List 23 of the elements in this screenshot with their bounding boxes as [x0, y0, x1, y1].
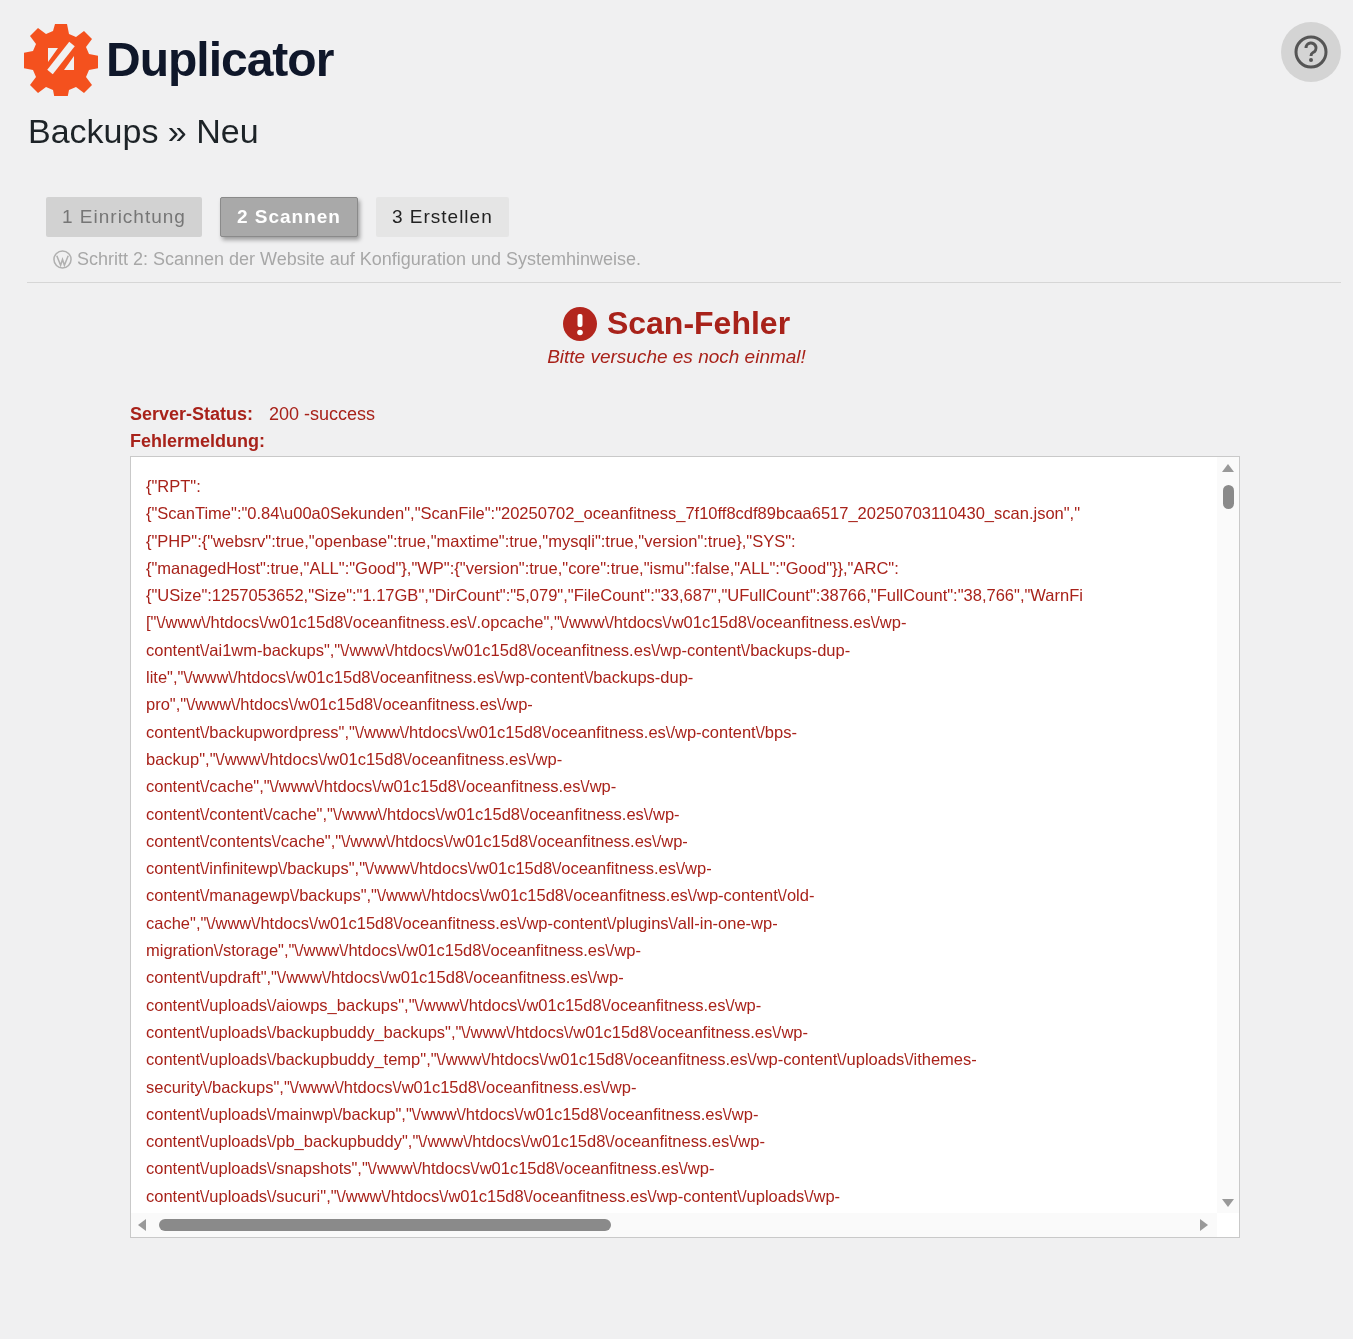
- right-arrow-icon[interactable]: [1200, 1219, 1208, 1231]
- step-tab[interactable]: 3 Erstellen: [375, 197, 509, 237]
- wordpress-icon: [53, 250, 72, 269]
- scroll-thumb[interactable]: [159, 1219, 611, 1231]
- error-subtitle: Bitte versuche es noch einmal!: [547, 346, 806, 368]
- error-message-field[interactable]: {"RPT": {"ScanTime":"0.84\u00a0Sekunden","ScanFile":"20250702_oceanfitness_7f10ff8cdf89bcaa6517_20250703110430_scan.json"," {"PHP":{"websrv":true,"openbase":true,"maxtime":true,"mysqli":true,"version":true},"SYS": {"managedHost":true,"ALL":"Good"},"WP":{"version":true,"core":true,"ismu":false,"ALL":"Good"}},"ARC": {"USize":1257053652,"Size":"1.17GB","DirCount":"5,079","FileCount":"33,687","UFullCount":38766,"FullCount":"38,766","WarnFi ["\/www\/htdocs\/w01c15d8\/oceanfitness.es\/.opcache","\/www\/htdocs\/w01c15d8\/oceanfitness.es\/wp- content\/ai1wm-backups","\/www\/htdocs\/w01c15d8\/oceanfitness.es\/wp-content\/backups-dup- lite","\/www\/htdocs\/w01c15d8\/oceanfitness.es\/wp-content\/backups-dup- pro","\/www\/htdocs\/w01c15d8\/oceanfitness.es\/wp- content\/backupwordpress","\/www\/htdocs\/w01c15d8\/oceanfitness.es\/wp-content\/bps- backup","\/www\/htdocs\/w01c15d8\/oceanfitness.es\/wp- content\/cache","\/www\/htdocs\/w01c15d8\/oceanfitness.es\/wp- content\/content\/cache","\/www\/htdocs\/w01c15d8\/oceanfitness.es\/wp- content\/contents\/cache","\/www\/htdocs\/w01c15d8\/oceanfitness.es\/wp- content\/infinitewp\/backups","\/www\/htdocs\/w01c15d8\/oceanfitness.es\/wp- content\/managewp\/backups","\/www\/htdocs\/w01c15d8\/oceanfitness.es\/wp-content\/old- cache","\/www\/htdocs\/w01c15d8\/oceanfitness.es\/wp-content\/plugins\/all-in-one-wp- migration\/storage","\/www\/htdocs\/w01c15d8\/oceanfitness.es\/wp- content\/updraft","\/www\/htdocs\/w01c15d8\/oceanfitness.es\/wp- content\/uploads\/aiowps_backups","\/www\/htdocs\/w01c15d8\/oceanfitness.es\/wp- content\/uploads\/backupbuddy_backups","\/www\/htdocs\/w01c15d8\/oceanfitness.es\/wp- content\/uploads\/backupbuddy_temp","\/www\/htdocs\/w01c15d8\/oceanfitness.es\/wp-content\/uploads\/ithemes- security\/backups","\/www\/htdocs\/w01c15d8\/oceanfitness.es\/wp- content\/uploads\/mainwp\/backup","\/www\/htdocs\/w01c15d8\/oceanfitness.es\/wp- content\/uploads\/pb_backupbuddy","\/www\/htdocs\/w01c15d8\/oceanfitness.es\/wp- content\/uploads\/snapshots","\/www\/htdocs\/w01c15d8\/oceanfitness.es\/wp- content\/uploads\/sucuri","\/www\/htdocs\/w01c15d8\/oceanfitness.es\/wp-content\/uploads\/wp-: [130, 456, 1240, 1238]
- help-button[interactable]: [1281, 22, 1341, 82]
- logo-text: Duplicator: [106, 31, 334, 87]
- horizontal-scrollbar[interactable]: [131, 1213, 1217, 1237]
- error-icon: [562, 306, 597, 341]
- scroll-thumb[interactable]: [1223, 485, 1234, 509]
- left-arrow-icon[interactable]: [138, 1219, 146, 1231]
- help-icon: [1293, 34, 1329, 70]
- gear-logo-icon: [24, 22, 98, 96]
- up-arrow-icon[interactable]: [1222, 464, 1234, 472]
- page-title: Backups » Neu: [28, 112, 260, 151]
- error-message-label: Fehlermeldung:: [130, 431, 266, 452]
- server-status-label: Server-Status:: [130, 404, 254, 425]
- vertical-scrollbar[interactable]: [1217, 457, 1239, 1213]
- step-description: Schritt 2: Scannen der Website auf Konfiguration und Systemhinweise.: [77, 249, 641, 270]
- down-arrow-icon[interactable]: [1222, 1199, 1234, 1207]
- server-status-value: 200 -success: [269, 404, 376, 425]
- error-title: Scan-Fehler: [606, 305, 791, 342]
